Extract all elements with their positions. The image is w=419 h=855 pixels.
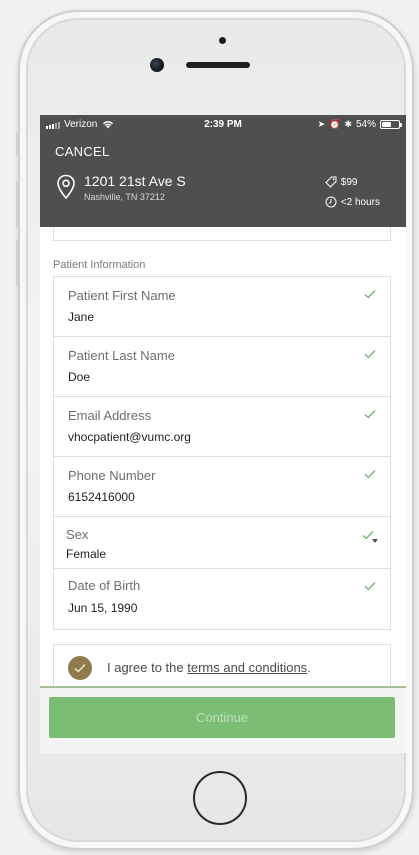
checkmark-icon <box>364 350 376 359</box>
wait-time-text: <2 hours <box>340 196 380 208</box>
home-button[interactable] <box>193 771 247 825</box>
field-label: Patient First Name <box>68 288 176 303</box>
front-camera <box>150 58 164 72</box>
field-label: Sex <box>66 527 89 542</box>
proximity-sensor <box>219 37 226 44</box>
dob-field[interactable]: Date of Birth Jun 15, 1990 <box>54 569 390 629</box>
map-pin-icon <box>57 174 75 200</box>
email-input[interactable]: vhocpatient@vumc.org <box>68 430 191 444</box>
phone-field[interactable]: Phone Number 6152416000 <box>54 457 390 517</box>
cancel-button[interactable]: CANCEL <box>55 144 110 159</box>
price-text: $99 <box>340 176 358 188</box>
last-name-input[interactable]: Doe <box>68 370 90 384</box>
terms-prefix: I agree to the <box>107 660 188 675</box>
section-title: Patient Information <box>53 259 146 271</box>
alarm-icon: ⏰ <box>329 119 341 129</box>
email-field[interactable]: Email Address vhocpatient@vumc.org <box>54 397 390 457</box>
footer-bar: Continue <box>40 688 406 753</box>
clock-icon <box>325 196 337 208</box>
location-arrow-icon: ➤ <box>317 119 326 129</box>
battery-icon <box>380 120 402 129</box>
checkmark-icon <box>74 664 86 673</box>
last-name-field[interactable]: Patient Last Name Doe <box>54 337 390 397</box>
volume-down-button <box>16 240 19 286</box>
first-name-field[interactable]: Patient First Name Jane <box>54 277 390 337</box>
field-label: Patient Last Name <box>68 348 175 363</box>
checkmark-icon <box>364 290 376 299</box>
volume-up-button <box>16 182 19 228</box>
terms-link[interactable]: terms and conditions <box>187 660 307 675</box>
dob-input[interactable]: Jun 15, 1990 <box>68 601 137 615</box>
terms-text: I agree to the terms and conditions. <box>107 660 311 675</box>
bluetooth-icon: ✱ <box>344 119 352 129</box>
field-label: Email Address <box>68 408 152 423</box>
earpiece-speaker <box>186 62 250 68</box>
sex-select[interactable]: Female <box>66 547 106 561</box>
patient-info-card: Patient First Name Jane Patient Last Nam… <box>53 276 391 630</box>
terms-agreement: I agree to the terms and conditions. <box>53 644 391 690</box>
app-header: Verizon 2:39 PM ➤ ⏰ ✱ 54% CANCEL 1201 21… <box>40 115 406 227</box>
checkmark-icon <box>364 410 376 419</box>
visit-meta: $99 <2 hours <box>325 175 380 215</box>
first-name-input[interactable]: Jane <box>68 310 94 324</box>
checkmark-icon <box>364 470 376 479</box>
address-city: Nashville, TN 37212 <box>84 192 165 202</box>
field-label: Phone Number <box>68 468 156 483</box>
checkmark-icon <box>364 582 376 591</box>
address-street: 1201 21st Ave S <box>84 173 186 189</box>
battery-percent: 54% <box>355 119 376 130</box>
field-label: Date of Birth <box>68 578 141 593</box>
continue-button[interactable]: Continue <box>49 697 395 738</box>
phone-input[interactable]: 6152416000 <box>68 490 135 504</box>
price-tag-icon <box>325 176 337 188</box>
terms-checkbox[interactable] <box>68 656 92 680</box>
previous-card-edge <box>53 227 391 241</box>
app-screen: Verizon 2:39 PM ➤ ⏰ ✱ 54% CANCEL 1201 21… <box>40 115 406 753</box>
status-bar: Verizon 2:39 PM ➤ ⏰ ✱ 54% <box>46 119 402 133</box>
dropdown-caret-icon <box>372 539 378 543</box>
mute-switch <box>16 132 19 156</box>
terms-suffix: . <box>307 660 311 675</box>
sex-field[interactable]: Sex Female <box>54 517 390 569</box>
